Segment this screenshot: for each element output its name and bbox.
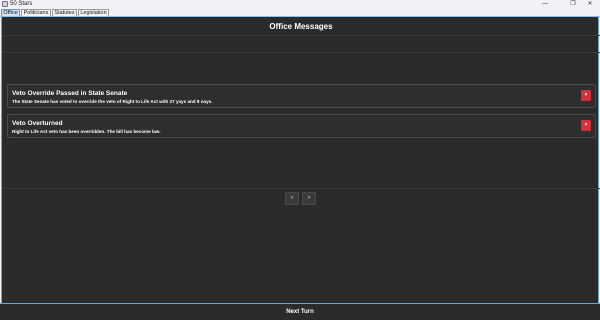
message-card: Veto Overturned Right to Life Act veto h… bbox=[7, 114, 596, 138]
close-window-button[interactable]: ✕ bbox=[580, 0, 600, 9]
message-card: Veto Override Passed in State Senate The… bbox=[7, 84, 596, 108]
next-page-button[interactable]: > bbox=[302, 192, 316, 205]
window-title: 50 Stars bbox=[10, 1, 33, 7]
footer-bar: Next Turn bbox=[0, 303, 600, 320]
app-icon bbox=[2, 1, 8, 7]
dismiss-message-button[interactable]: × bbox=[581, 120, 591, 131]
divider bbox=[2, 35, 600, 36]
message-body: Right to Life Act veto has been overridd… bbox=[12, 129, 161, 134]
next-turn-button[interactable]: Next Turn bbox=[0, 308, 600, 316]
divider bbox=[2, 52, 600, 53]
page-title: Office Messages bbox=[269, 22, 333, 31]
message-body: The State Senate has voted to override t… bbox=[12, 99, 213, 104]
title-bar: 50 Stars — ❐ ✕ bbox=[0, 0, 600, 9]
message-title: Veto Overturned bbox=[12, 120, 63, 127]
previous-page-button[interactable]: < bbox=[285, 192, 299, 205]
office-panel: Office Messages Veto Override Passed in … bbox=[1, 17, 600, 303]
divider bbox=[2, 188, 600, 189]
message-title: Veto Override Passed in State Senate bbox=[12, 90, 128, 97]
dismiss-message-button[interactable]: × bbox=[581, 90, 591, 101]
minimize-button[interactable]: — bbox=[535, 0, 555, 9]
